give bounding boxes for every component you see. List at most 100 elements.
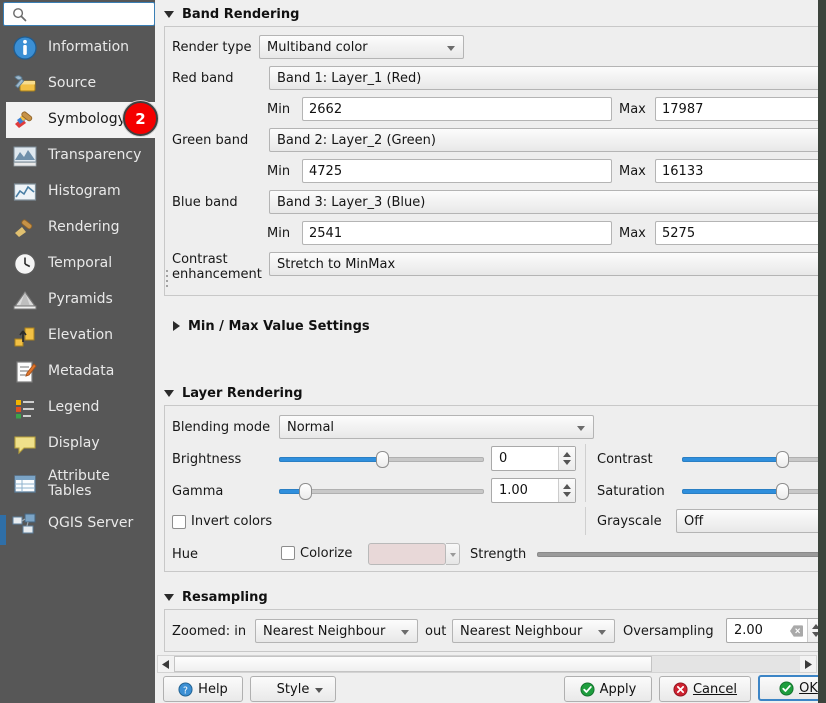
min-max-value-settings-header[interactable]: Min / Max Value Settings bbox=[164, 314, 564, 338]
attribute-tables-icon bbox=[11, 470, 39, 498]
sidebar-item-label: Symbology bbox=[48, 111, 126, 128]
blending-mode-value: Normal bbox=[287, 419, 335, 435]
qgis-server-icon bbox=[11, 510, 39, 538]
sidebar-item-display[interactable]: Display bbox=[6, 426, 155, 462]
help-button[interactable]: ? Help bbox=[163, 676, 243, 702]
strength-slider[interactable] bbox=[537, 544, 825, 564]
gamma-spinbox[interactable]: 1.00 bbox=[491, 478, 576, 503]
contrast-enhancement-combo[interactable]: Stretch to MinMax bbox=[269, 252, 826, 276]
colorize-color-dropdown[interactable] bbox=[446, 543, 460, 565]
elevation-icon bbox=[11, 322, 39, 350]
chevron-down-icon bbox=[401, 630, 409, 635]
brightness-label: Brightness bbox=[172, 452, 242, 467]
cancel-circle-icon bbox=[673, 681, 688, 697]
oversampling-label: Oversampling bbox=[623, 624, 714, 639]
oversampling-spinbox[interactable]: 2.00 bbox=[726, 618, 825, 643]
contrast-slider[interactable] bbox=[682, 449, 825, 469]
scroll-right-icon[interactable] bbox=[800, 656, 816, 672]
ok-button[interactable]: OK bbox=[758, 675, 826, 701]
sidebar-item-source[interactable]: Source bbox=[6, 66, 155, 102]
sidebar-item-attribute-tables[interactable]: Attribute Tables bbox=[6, 462, 155, 506]
resampling-title: Resampling bbox=[182, 589, 268, 605]
spinner-down-icon[interactable] bbox=[563, 492, 571, 497]
render-type-label: Render type bbox=[172, 40, 252, 55]
spinner-buttons[interactable] bbox=[558, 479, 575, 502]
brightness-spinbox[interactable]: 0 bbox=[491, 446, 576, 471]
brightness-slider[interactable] bbox=[279, 449, 484, 469]
slider-handle[interactable] bbox=[776, 483, 789, 500]
spinner-up-icon[interactable] bbox=[563, 484, 571, 489]
cancel-button[interactable]: Cancel bbox=[659, 676, 751, 702]
divider bbox=[585, 507, 586, 535]
chevron-down-icon bbox=[447, 46, 455, 51]
blue-max-value: 5275 bbox=[662, 225, 696, 241]
scrollbar-thumb[interactable] bbox=[174, 656, 652, 672]
red-band-combo[interactable]: Band 1: Layer_1 (Red) bbox=[269, 66, 826, 90]
slider-handle[interactable] bbox=[776, 451, 789, 468]
blue-min-input[interactable]: 2541 bbox=[302, 221, 612, 245]
sidebar-item-temporal[interactable]: Temporal bbox=[6, 246, 155, 282]
invert-colors-checkbox[interactable] bbox=[172, 515, 186, 529]
resampling-section-header[interactable]: Resampling bbox=[155, 585, 815, 609]
sidebar-item-qgis-server[interactable]: QGIS Server bbox=[6, 506, 155, 542]
horizontal-scrollbar[interactable] bbox=[157, 655, 817, 673]
check-circle-icon bbox=[779, 680, 794, 696]
green-min-input[interactable]: 4725 bbox=[302, 159, 612, 183]
sidebar-item-elevation[interactable]: Elevation bbox=[6, 318, 155, 354]
red-band-label: Red band bbox=[172, 71, 234, 86]
chevron-down-icon[interactable] bbox=[315, 688, 323, 693]
blue-max-input[interactable]: 5275 bbox=[655, 221, 826, 245]
saturation-slider[interactable] bbox=[682, 481, 825, 501]
zoomed-out-value: Nearest Neighbour bbox=[460, 623, 583, 639]
green-band-combo[interactable]: Band 2: Layer_2 (Green) bbox=[269, 128, 826, 152]
search-input[interactable] bbox=[29, 4, 147, 24]
red-min-input[interactable]: 2662 bbox=[302, 97, 612, 121]
sidebar-item-label: Information bbox=[48, 39, 130, 56]
chevron-down-icon bbox=[450, 553, 456, 557]
gamma-slider[interactable] bbox=[279, 481, 484, 501]
red-max-input[interactable]: 17987 bbox=[655, 97, 826, 121]
slider-handle[interactable] bbox=[299, 483, 312, 500]
sidebar-item-information[interactable]: Information bbox=[6, 30, 155, 66]
colorize-checkbox[interactable] bbox=[281, 546, 295, 560]
sidebar-item-pyramids[interactable]: Pyramids bbox=[6, 282, 155, 318]
spinner-up-icon[interactable] bbox=[563, 452, 571, 457]
sidebar-item-metadata[interactable]: Metadata bbox=[6, 354, 155, 390]
colorize-color-swatch[interactable] bbox=[368, 543, 446, 565]
blue-band-combo[interactable]: Band 3: Layer_3 (Blue) bbox=[269, 190, 826, 214]
blue-band-label: Blue band bbox=[172, 195, 238, 210]
scrollbar-track[interactable] bbox=[652, 656, 800, 672]
sidebar-item-label: Source bbox=[48, 75, 97, 92]
spinner-down-icon[interactable] bbox=[563, 460, 571, 465]
render-type-combo[interactable]: Multiband color bbox=[259, 35, 464, 59]
zoomed-out-combo[interactable]: Nearest Neighbour bbox=[452, 619, 615, 643]
zoomed-in-combo[interactable]: Nearest Neighbour bbox=[255, 619, 418, 643]
sidebar-item-rendering[interactable]: Rendering bbox=[6, 210, 155, 246]
style-button[interactable]: Style bbox=[250, 676, 336, 702]
red-band-value: Band 1: Layer_1 (Red) bbox=[277, 70, 422, 86]
sidebar-item-histogram[interactable]: Histogram bbox=[6, 174, 155, 210]
blending-mode-combo[interactable]: Normal bbox=[279, 415, 594, 439]
sidebar-item-legend[interactable]: Legend bbox=[6, 390, 155, 426]
strength-label: Strength bbox=[470, 547, 527, 562]
band-rendering-section-header[interactable]: Band Rendering bbox=[155, 2, 815, 26]
grayscale-combo[interactable]: Off bbox=[676, 509, 826, 533]
spinner-buttons[interactable] bbox=[558, 447, 575, 470]
apply-button[interactable]: Apply bbox=[564, 676, 652, 702]
render-type-value: Multiband color bbox=[267, 39, 368, 55]
sidebar-item-label: Temporal bbox=[48, 255, 113, 272]
divider bbox=[585, 444, 586, 502]
sidebar-item-transparency[interactable]: Transparency bbox=[6, 138, 155, 174]
sidebar-item-label: Attribute Tables bbox=[48, 467, 110, 499]
metadata-icon bbox=[11, 358, 39, 386]
resize-grip bbox=[166, 270, 169, 290]
slider-handle[interactable] bbox=[376, 451, 389, 468]
transparency-icon bbox=[11, 142, 39, 170]
min-max-value-settings-title: Min / Max Value Settings bbox=[188, 318, 370, 334]
symbology-notification-badge: 2 bbox=[123, 101, 158, 136]
scroll-left-icon[interactable] bbox=[158, 656, 174, 672]
sidebar-search-box[interactable] bbox=[3, 2, 155, 26]
clear-icon[interactable] bbox=[785, 624, 807, 637]
layer-rendering-section-header[interactable]: Layer Rendering bbox=[155, 381, 815, 405]
green-max-input[interactable]: 16133 bbox=[655, 159, 826, 183]
